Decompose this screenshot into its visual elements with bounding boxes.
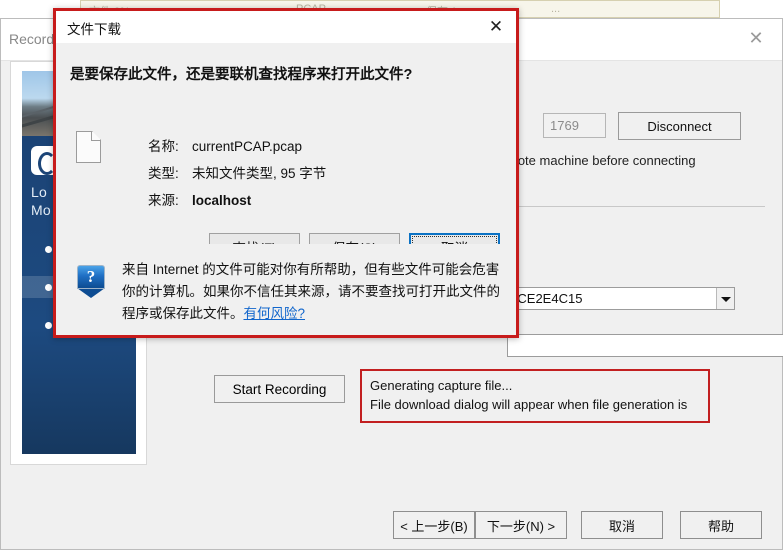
start-recording-button[interactable]: Start Recording bbox=[214, 375, 345, 403]
dialog-body: 是要保存此文件，还是要联机查找程序来打开此文件? 名称: currentPCAP.… bbox=[56, 43, 516, 270]
dialog-footer: ? 来自 Internet 的文件可能对你有所帮助，但有些文件可能会危害你的计算… bbox=[56, 244, 516, 335]
file-name-row: 名称: currentPCAP.pcap bbox=[148, 135, 302, 155]
status-line-0: Generating capture file... bbox=[370, 378, 513, 393]
file-download-dialog: 文件下载 ✕ 是要保存此文件，还是要联机查找程序来打开此文件? 名称: curre… bbox=[53, 8, 519, 338]
next-button[interactable]: 下一步(N) > bbox=[475, 511, 567, 539]
connection-hint-text: mote machine before connecting bbox=[507, 153, 696, 168]
dialog-question-text: 是要保存此文件，还是要联机查找程序来打开此文件? bbox=[70, 67, 413, 83]
chevron-down-icon[interactable] bbox=[716, 288, 734, 309]
risk-info-link[interactable]: 有何风险? bbox=[244, 306, 306, 321]
bullet-icon bbox=[45, 284, 52, 291]
dialog-title: 文件下载 bbox=[67, 22, 121, 37]
guid-combobox[interactable]: 71C8-38CD-4D7D-99DA-CE2E4C15 bbox=[370, 287, 735, 310]
sidebar-logo-line-1: Lo bbox=[31, 184, 47, 200]
disconnect-button[interactable]: Disconnect bbox=[618, 112, 741, 140]
file-source-value: localhost bbox=[192, 193, 252, 208]
status-line-1: File download dialog will appear when fi… bbox=[370, 397, 688, 412]
dialog-titlebar: 文件下载 ✕ bbox=[56, 11, 516, 43]
file-type-value: 未知文件类型, 95 字节 bbox=[192, 166, 327, 181]
bullet-icon bbox=[45, 246, 52, 253]
file-name-label: 名称: bbox=[148, 139, 179, 154]
close-icon[interactable]: ✕ bbox=[481, 13, 511, 41]
cancel-button[interactable]: 取消 bbox=[581, 511, 663, 539]
strip-segment-4: ... bbox=[551, 3, 561, 15]
file-name-value: currentPCAP.pcap bbox=[192, 139, 303, 154]
file-type-label: 类型: bbox=[148, 166, 179, 181]
profile-combobox[interactable] bbox=[507, 334, 783, 357]
file-source-label: 来源: bbox=[148, 193, 179, 208]
window-title: Record bbox=[9, 31, 55, 47]
security-warning-text: 来自 Internet 的文件可能对你有所帮助，但有些文件可能会危害你的计算机。… bbox=[122, 259, 504, 325]
security-warning-body: 来自 Internet 的文件可能对你有所帮助，但有些文件可能会危害你的计算机。… bbox=[122, 262, 500, 321]
back-button[interactable]: < 上一步(B) bbox=[393, 511, 475, 539]
close-icon[interactable]: ✕ bbox=[736, 23, 776, 55]
shield-question-mark: ? bbox=[86, 267, 96, 286]
capture-status-box: Generating capture file... File download… bbox=[360, 369, 710, 423]
section-divider bbox=[507, 206, 765, 207]
help-button[interactable]: 帮助 bbox=[680, 511, 762, 539]
sidebar-logo-line-2: Mo bbox=[31, 202, 51, 218]
shield-tip bbox=[77, 288, 105, 298]
file-icon bbox=[76, 131, 101, 163]
bullet-icon bbox=[45, 322, 52, 329]
file-type-row: 类型: 未知文件类型, 95 字节 bbox=[148, 162, 326, 182]
port-input[interactable] bbox=[543, 113, 606, 138]
question-shield-icon: ? bbox=[77, 265, 105, 298]
file-source-row: 来源: localhost bbox=[148, 189, 251, 209]
